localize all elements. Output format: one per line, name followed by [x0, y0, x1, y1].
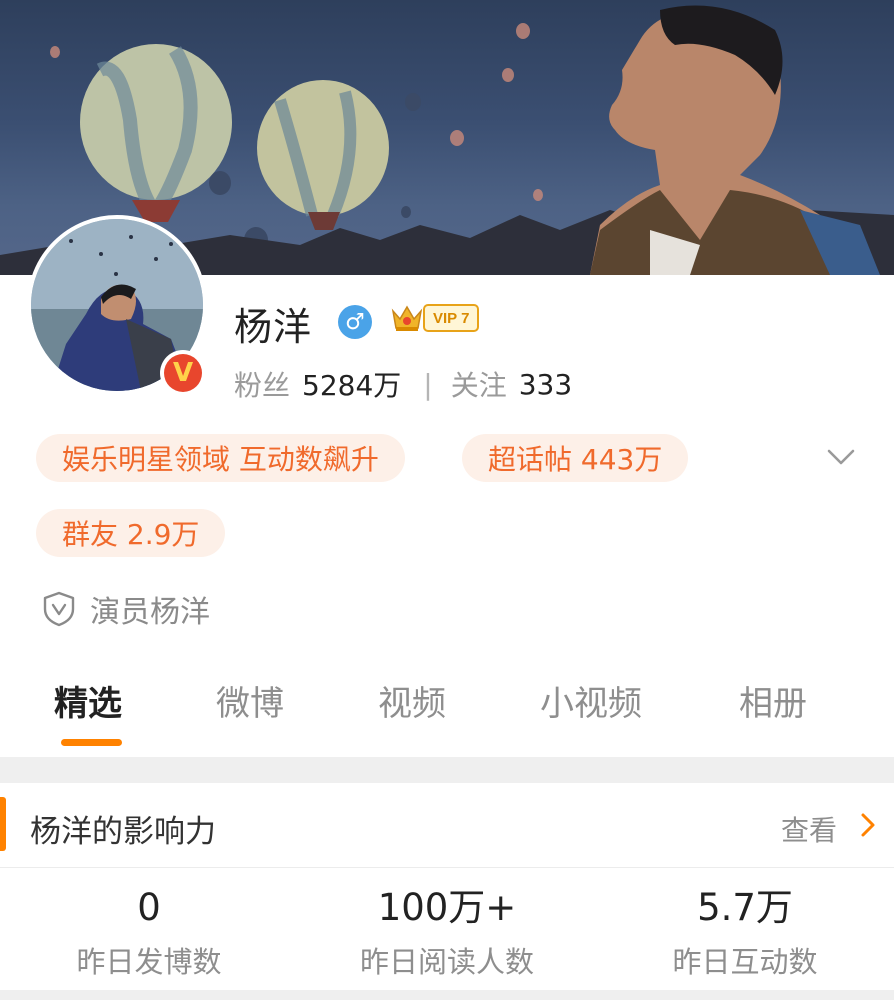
verified-v-icon: V	[164, 354, 202, 392]
profile-name: 杨洋	[234, 305, 313, 349]
following-label[interactable]: 关注	[451, 364, 507, 404]
crown-icon	[389, 301, 425, 335]
metric-value: 0	[137, 886, 161, 929]
vip-badge[interactable]: VIP 7	[389, 301, 480, 335]
influence-view-more[interactable]: 查看	[781, 809, 837, 849]
metric-label: 昨日发博数	[76, 945, 222, 979]
active-tab-indicator	[61, 739, 122, 746]
tag-entertainment-trend[interactable]: 娱乐明星领域 互动数飙升	[36, 434, 405, 482]
shield-v-icon	[43, 591, 75, 627]
influence-accent-bar	[0, 797, 6, 851]
metric-value: 100万+	[377, 886, 517, 929]
metric-posts-yesterday[interactable]: 0 昨日发博数	[0, 885, 298, 981]
tab-album[interactable]: 相册	[739, 676, 807, 725]
vip-level-label: VIP 7	[423, 304, 480, 332]
followers-label[interactable]: 粉丝	[234, 364, 290, 404]
chevron-down-icon[interactable]	[824, 440, 858, 474]
influence-title: 杨洋的影响力	[30, 814, 216, 850]
profile-tabs: 精选 微博 视频 小视频 相册	[0, 676, 894, 756]
tag-super-topic[interactable]: 超话帖 443万	[462, 434, 689, 482]
section-divider	[0, 757, 894, 783]
bottom-divider	[0, 990, 894, 1000]
metric-label: 昨日互动数	[672, 945, 818, 979]
following-count[interactable]: 333	[519, 368, 572, 401]
metric-value: 5.7万	[697, 886, 793, 929]
verified-badge: V	[160, 350, 206, 396]
followers-count[interactable]: 5284万	[302, 364, 401, 404]
verification-description: 演员杨洋	[42, 587, 210, 631]
metric-label: 昨日阅读人数	[359, 945, 534, 979]
tab-videos[interactable]: 视频	[378, 676, 446, 725]
stats-divider: |	[423, 367, 433, 401]
tab-weibo[interactable]: 微博	[216, 676, 284, 725]
chevron-right-icon[interactable]	[856, 810, 880, 840]
tab-featured[interactable]: 精选	[54, 676, 122, 725]
tab-short-videos[interactable]: 小视频	[540, 676, 642, 725]
male-icon: ♂	[338, 305, 372, 339]
profile-stats: 粉丝 5284万 | 关注 333	[234, 364, 572, 404]
tag-group-friends[interactable]: 群友 2.9万	[36, 509, 226, 557]
metric-interactions-yesterday[interactable]: 5.7万 昨日互动数	[596, 885, 894, 981]
verification-text: 演员杨洋	[90, 595, 210, 630]
metric-readers-yesterday[interactable]: 100万+ 昨日阅读人数	[298, 885, 596, 981]
